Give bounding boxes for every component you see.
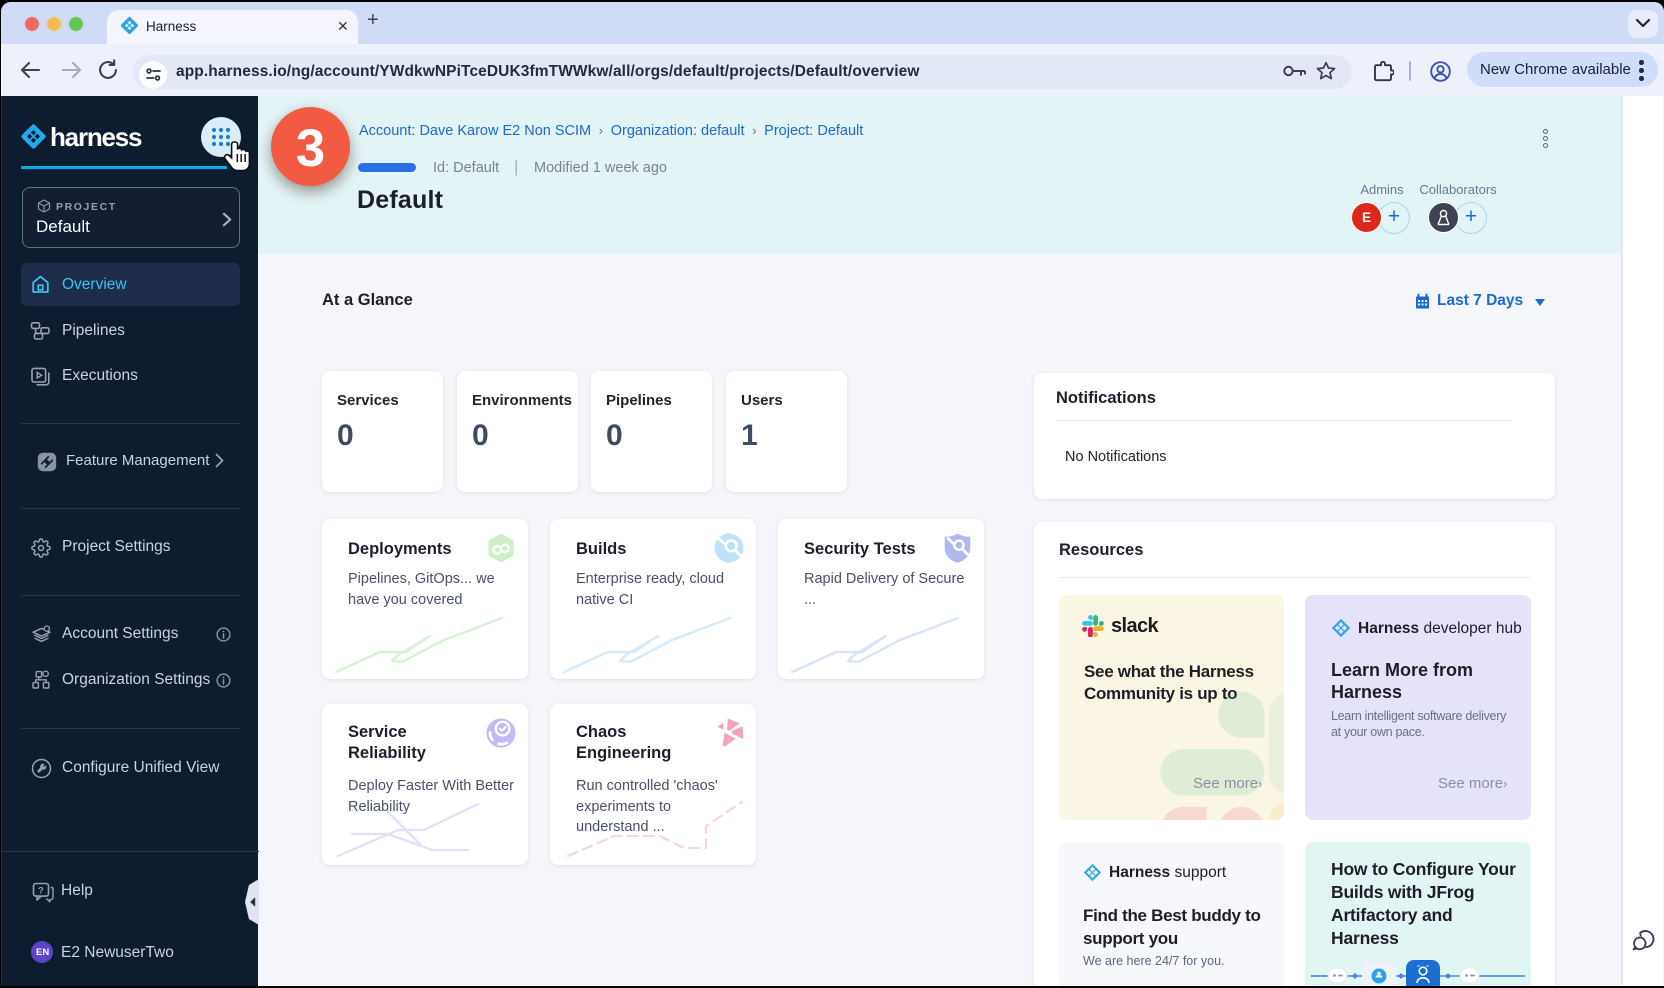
svg-text:?: ? [38,885,44,896]
